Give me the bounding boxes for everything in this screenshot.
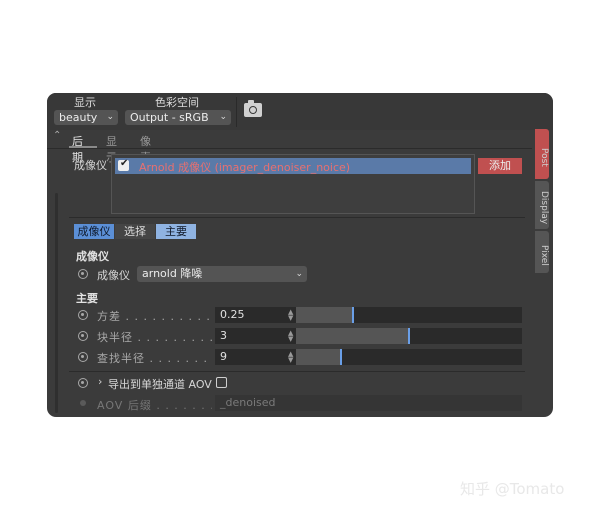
expand-chevron-icon[interactable]: ›: [98, 375, 102, 388]
colorspace-header: 色彩空间: [155, 96, 199, 109]
imager-list[interactable]: ✔ Arnold 成像仪 (imager_denoiser_noice): [111, 154, 475, 214]
colorspace-dropdown[interactable]: Output - sRGB ⌄: [125, 110, 231, 125]
section-title-main: 主要: [76, 292, 98, 305]
subtab-imager[interactable]: 成像仪: [74, 224, 114, 239]
slider-fill: [296, 349, 341, 365]
slider-handle[interactable]: [340, 349, 342, 365]
slider-handle[interactable]: [352, 307, 354, 323]
side-tab-post[interactable]: Post: [535, 129, 549, 179]
variance-slider[interactable]: [296, 307, 522, 323]
aov-export-label: 导出到单独通道 AOV: [108, 378, 212, 391]
display-dropdown[interactable]: beauty ⌄: [54, 110, 118, 125]
slider-handle[interactable]: [408, 328, 410, 344]
block-radius-slider[interactable]: [296, 328, 522, 344]
search-radius-input[interactable]: 9: [215, 349, 297, 365]
spinner-icon[interactable]: ▲ ▼: [288, 330, 293, 343]
subtab-main[interactable]: 主要: [156, 224, 196, 239]
display-dropdown-value: beauty: [59, 111, 98, 124]
imager-type-value: arnold 降噪: [142, 267, 203, 280]
collapse-icon[interactable]: ⌃: [53, 130, 61, 141]
colorspace-dropdown-value: Output - sRGB: [130, 111, 209, 124]
keyframe-radio-icon[interactable]: [78, 378, 88, 388]
chevron-down-icon: ⌄: [219, 112, 227, 122]
toolbar-separator: [236, 97, 237, 127]
chevron-down-icon: ⌄: [295, 269, 303, 279]
keyframe-radio-icon[interactable]: [78, 310, 88, 320]
list-item-checkbox[interactable]: ✔: [118, 158, 129, 171]
add-button[interactable]: 添加: [478, 158, 522, 174]
render-settings-window: 显示 beauty ⌄ 色彩空间 Output - sRGB ⌄ ⌃ 后期 显示…: [47, 93, 553, 417]
keyframe-radio-icon: [80, 400, 86, 406]
list-item-label: Arnold 成像仪 (imager_denoiser_noice): [139, 161, 351, 174]
param-label-variance: 方差 . . . . . . . . . . . . .: [97, 310, 212, 323]
camera-icon[interactable]: [244, 100, 262, 117]
section-divider: [69, 217, 525, 218]
imager-list-label: 成像仪: [74, 159, 107, 172]
aov-suffix-label: AOV 后缀 . . . . . . . . .: [97, 399, 212, 412]
search-radius-slider[interactable]: [296, 349, 522, 365]
display-header: 显示: [74, 96, 96, 109]
keyframe-radio-icon[interactable]: [78, 352, 88, 362]
chevron-down-icon: ⌄: [106, 112, 114, 122]
section-title-imager: 成像仪: [76, 250, 109, 263]
side-tab-display[interactable]: Display: [535, 181, 549, 229]
param-label-block-radius: 块半径 . . . . . . . . . . .: [97, 331, 212, 344]
imager-field-label: 成像仪: [97, 269, 130, 282]
list-item[interactable]: ✔ Arnold 成像仪 (imager_denoiser_noice): [115, 158, 471, 174]
subtab-select[interactable]: 选择: [115, 224, 155, 239]
keyframe-radio-icon[interactable]: [78, 331, 88, 341]
block-radius-input[interactable]: 3: [215, 328, 297, 344]
slider-fill: [296, 328, 409, 344]
aov-export-checkbox[interactable]: [216, 377, 227, 388]
imager-type-dropdown[interactable]: arnold 降噪 ⌄: [137, 266, 307, 282]
spinner-icon[interactable]: ▲ ▼: [288, 309, 293, 322]
tab-divider: [47, 148, 532, 149]
toolbar: [47, 93, 553, 130]
aov-suffix-input[interactable]: _denoised: [215, 395, 522, 411]
param-label-search-radius: 查找半径 . . . . . . . . . . .: [97, 352, 212, 365]
slider-fill: [296, 307, 353, 323]
watermark: 知乎 @Tomato: [460, 480, 565, 498]
variance-input[interactable]: 0.25: [215, 307, 297, 323]
scrollbar[interactable]: [55, 193, 58, 413]
check-icon: ✔: [120, 158, 129, 169]
spinner-icon[interactable]: ▲ ▼: [288, 351, 293, 364]
keyframe-radio-icon[interactable]: [78, 269, 88, 279]
side-tab-pixel[interactable]: Pixel: [535, 231, 549, 273]
section-divider: [69, 371, 525, 372]
